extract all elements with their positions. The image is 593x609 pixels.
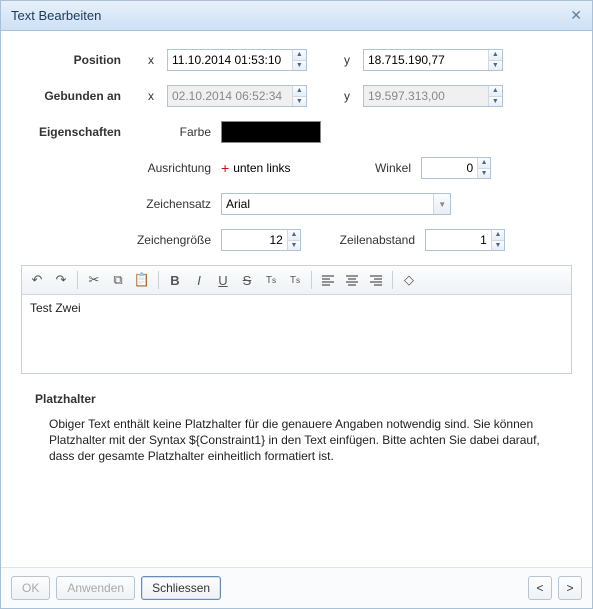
props-section-label: Eigenschaften — [21, 125, 141, 139]
angle-input[interactable] — [422, 158, 477, 178]
position-y-input[interactable] — [364, 50, 488, 70]
color-label: Farbe — [141, 125, 221, 139]
separator — [392, 271, 393, 289]
copy-icon[interactable]: ⧉ — [107, 269, 129, 291]
dialog: Text Bearbeiten ✕ Position x ▲ ▼ y ▲ ▼ — [0, 0, 593, 609]
spin-down-icon[interactable]: ▼ — [478, 169, 490, 179]
bound-x-label: x — [141, 89, 161, 103]
spin-down-icon[interactable]: ▼ — [293, 61, 306, 71]
spin-up-icon[interactable]: ▲ — [293, 86, 306, 97]
spin-up-icon[interactable]: ▲ — [492, 230, 504, 241]
paste-icon[interactable]: 📋 — [131, 269, 153, 291]
text-editor: ↶ ↷ ✂ ⧉ 📋 B I U S Ts Ts ◇ Test Zwei — [21, 265, 572, 374]
align-value: unten links — [233, 161, 290, 175]
bound-x-input — [168, 86, 292, 106]
footer: OK Anwenden Schliessen < > — [1, 567, 592, 608]
align-value-display[interactable]: + unten links — [221, 161, 341, 175]
separator — [158, 271, 159, 289]
linespace-label: Zeilenabstand — [325, 233, 425, 247]
align-label: Ausrichtung — [141, 161, 221, 175]
clear-format-icon[interactable]: ◇ — [398, 269, 420, 291]
position-row: Position x ▲ ▼ y ▲ ▼ — [21, 49, 572, 71]
dropdown-icon[interactable]: ▼ — [433, 194, 450, 214]
placeholder-heading: Platzhalter — [35, 392, 572, 406]
spinner-buttons: ▲ ▼ — [292, 86, 306, 106]
size-spinner[interactable]: ▲ ▼ — [221, 229, 301, 251]
props-font-row: Zeichensatz ▼ — [21, 193, 572, 215]
props-color-row: Eigenschaften Farbe — [21, 121, 572, 143]
position-y-spinner[interactable]: ▲ ▼ — [363, 49, 503, 71]
redo-icon[interactable]: ↷ — [50, 269, 72, 291]
prev-button[interactable]: < — [528, 576, 552, 600]
spin-up-icon[interactable]: ▲ — [288, 230, 300, 241]
bound-label: Gebunden an — [21, 89, 141, 103]
spinner-buttons: ▲ ▼ — [491, 230, 504, 250]
font-combo[interactable]: ▼ — [221, 193, 451, 215]
separator — [77, 271, 78, 289]
bound-row: Gebunden an x ▲ ▼ y ▲ ▼ — [21, 85, 572, 107]
spin-down-icon[interactable]: ▼ — [489, 61, 502, 71]
bound-y-input — [364, 86, 488, 106]
linespace-input[interactable] — [426, 230, 491, 250]
position-label: Position — [21, 53, 141, 67]
spinner-buttons: ▲ ▼ — [287, 230, 300, 250]
props-size-row: Zeichengröße ▲ ▼ Zeilenabstand ▲ ▼ — [21, 229, 572, 251]
titlebar: Text Bearbeiten ✕ — [1, 1, 592, 31]
underline-icon[interactable]: U — [212, 269, 234, 291]
spinner-buttons: ▲ ▼ — [292, 50, 306, 70]
bound-y-label: y — [337, 89, 357, 103]
color-swatch[interactable] — [221, 121, 321, 143]
apply-button[interactable]: Anwenden — [56, 576, 135, 600]
separator — [311, 271, 312, 289]
align-center-icon[interactable] — [341, 269, 363, 291]
angle-label: Winkel — [361, 161, 421, 175]
placeholder-text: Obiger Text enthält keine Platzhalter fü… — [49, 416, 552, 465]
spinner-buttons: ▲ ▼ — [488, 86, 502, 106]
spin-down-icon[interactable]: ▼ — [288, 241, 300, 251]
spin-down-icon[interactable]: ▼ — [492, 241, 504, 251]
align-left-icon[interactable] — [317, 269, 339, 291]
italic-icon[interactable]: I — [188, 269, 210, 291]
bound-y-spinner[interactable]: ▲ ▼ — [363, 85, 503, 107]
position-y-label: y — [337, 53, 357, 67]
angle-spinner[interactable]: ▲ ▼ — [421, 157, 491, 179]
position-x-input[interactable] — [168, 50, 292, 70]
editor-textarea[interactable]: Test Zwei — [22, 295, 571, 373]
linespace-spinner[interactable]: ▲ ▼ — [425, 229, 505, 251]
subscript-icon[interactable]: Ts — [260, 269, 282, 291]
close-button[interactable]: Schliessen — [141, 576, 221, 600]
ok-button[interactable]: OK — [11, 576, 50, 600]
superscript-icon[interactable]: Ts — [284, 269, 306, 291]
align-right-icon[interactable] — [365, 269, 387, 291]
props-align-row: Ausrichtung + unten links Winkel ▲ ▼ — [21, 157, 572, 179]
next-button[interactable]: > — [558, 576, 582, 600]
editor-toolbar: ↶ ↷ ✂ ⧉ 📋 B I U S Ts Ts ◇ — [22, 266, 571, 295]
font-input[interactable] — [222, 194, 433, 214]
spin-up-icon[interactable]: ▲ — [293, 50, 306, 61]
position-x-label: x — [141, 53, 161, 67]
spin-up-icon[interactable]: ▲ — [489, 50, 502, 61]
spinner-buttons: ▲ ▼ — [477, 158, 490, 178]
bound-x-spinner[interactable]: ▲ ▼ — [167, 85, 307, 107]
spin-down-icon[interactable]: ▼ — [489, 97, 502, 107]
spin-down-icon[interactable]: ▼ — [293, 97, 306, 107]
bold-icon[interactable]: B — [164, 269, 186, 291]
position-x-spinner[interactable]: ▲ ▼ — [167, 49, 307, 71]
spin-up-icon[interactable]: ▲ — [478, 158, 490, 169]
close-icon[interactable]: ✕ — [570, 7, 582, 24]
size-label: Zeichengröße — [121, 233, 221, 247]
strike-icon[interactable]: S — [236, 269, 258, 291]
dialog-title: Text Bearbeiten — [11, 8, 101, 23]
font-label: Zeichensatz — [141, 197, 221, 211]
size-input[interactable] — [222, 230, 287, 250]
origin-cross-icon: + — [221, 161, 229, 175]
content-area: Position x ▲ ▼ y ▲ ▼ Gebunden an x — [1, 31, 592, 567]
spin-up-icon[interactable]: ▲ — [489, 86, 502, 97]
cut-icon[interactable]: ✂ — [83, 269, 105, 291]
undo-icon[interactable]: ↶ — [26, 269, 48, 291]
spinner-buttons: ▲ ▼ — [488, 50, 502, 70]
